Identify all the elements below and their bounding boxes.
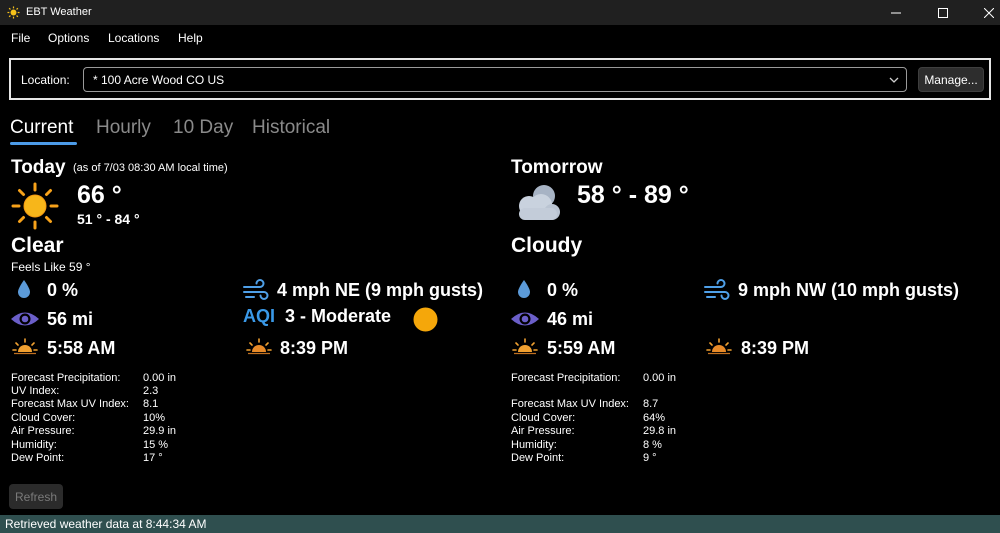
aqi-indicator-icon (413, 307, 438, 332)
status-bar: Retrieved weather data at 8:44:34 AM (0, 515, 1000, 533)
location-value: * 100 Acre Wood CO US (93, 73, 225, 87)
tomorrow-sunset: 8:39 PM (741, 338, 810, 358)
detail-label: Forecast Max UV Index: (11, 398, 129, 410)
tomorrow-precip-chance: 0 % (547, 280, 579, 300)
detail-label: Humidity: (11, 439, 57, 451)
today-heading: Today (11, 157, 66, 178)
menu-help[interactable]: Help (178, 31, 203, 45)
today-temperature: 66 ° (77, 181, 122, 209)
sun-icon (11, 182, 59, 230)
today-sunrise: 5:58 AM (47, 338, 116, 358)
tomorrow-sunrise: 5:59 AM (547, 338, 616, 358)
tab-historical[interactable]: Historical (252, 117, 330, 139)
title-bar: EBT Weather (0, 0, 1000, 25)
raindrop-icon (18, 280, 30, 298)
active-tab-indicator (10, 142, 77, 145)
today-feels-like: Feels Like 59 ° (11, 260, 91, 274)
cloud-icon (519, 185, 560, 220)
sunset-icon (246, 338, 272, 355)
detail-value: 2.3 (143, 385, 159, 397)
maximize-icon (938, 7, 948, 18)
menu-options[interactable]: Options (48, 31, 89, 45)
today-precip-chance: 0 % (47, 280, 79, 300)
menu-bar: File Options Locations Help (0, 25, 1000, 52)
detail-value: 8 % (643, 439, 662, 451)
detail-label: Air Pressure: (11, 425, 75, 437)
eye-icon (11, 312, 39, 326)
detail-value: 29.8 in (643, 425, 677, 437)
today-asof: (as of 7/03 08:30 AM local time) (73, 162, 228, 174)
today-condition: Clear (11, 234, 64, 257)
tomorrow-visibility: 46 mi (547, 309, 594, 329)
status-text: Retrieved weather data at 8:44:34 AM (5, 517, 207, 531)
tab-current[interactable]: Current (10, 117, 73, 139)
aqi-value: 3 - Moderate (285, 306, 392, 326)
wind-icon (704, 279, 730, 300)
tomorrow-temp-range: 58 ° - 89 ° (577, 181, 689, 209)
detail-label: Cloud Cover: (511, 412, 576, 424)
location-dropdown[interactable]: * 100 Acre Wood CO US (83, 67, 907, 92)
raindrop-icon (518, 280, 530, 298)
detail-value: 10% (143, 412, 166, 424)
eye-icon (511, 312, 539, 326)
tab-hourly[interactable]: Hourly (96, 117, 151, 139)
detail-value: 8.7 (643, 398, 659, 410)
tab-10-day[interactable]: 10 Day (173, 117, 233, 139)
today-visibility: 56 mi (47, 309, 94, 329)
wind-icon (243, 279, 269, 300)
menu-file[interactable]: File (11, 31, 30, 45)
detail-label: Air Pressure: (511, 425, 575, 437)
tomorrow-condition: Cloudy (511, 234, 583, 257)
tomorrow-heading: Tomorrow (511, 157, 603, 178)
minimize-icon (891, 12, 901, 13)
sun-icon (7, 6, 20, 19)
tomorrow-wind: 9 mph NW (10 mph gusts) (738, 280, 960, 300)
detail-value: 29.9 in (143, 425, 177, 437)
detail-label: Forecast Max UV Index: (511, 398, 629, 410)
close-icon (984, 7, 994, 18)
detail-value: 0.00 in (643, 372, 677, 384)
today-temp-range: 51 ° - 84 ° (77, 211, 140, 227)
chevron-down-icon (889, 77, 899, 83)
detail-label: UV Index: (11, 385, 60, 397)
detail-value: 17 ° (143, 452, 163, 464)
today-sunset: 8:39 PM (280, 338, 349, 358)
detail-label: Cloud Cover: (11, 412, 76, 424)
sunrise-icon (512, 338, 538, 355)
detail-label: Humidity: (511, 439, 557, 451)
refresh-button[interactable]: Refresh (9, 484, 63, 509)
location-label: Location: (21, 73, 70, 87)
window-title: EBT Weather (26, 6, 92, 18)
close-button[interactable] (966, 0, 1000, 25)
minimize-button[interactable] (873, 0, 919, 25)
maximize-button[interactable] (920, 0, 966, 25)
detail-value: 0.00 in (143, 372, 177, 384)
detail-label: Forecast Precipitation: (511, 372, 621, 384)
detail-value: 9 ° (643, 452, 657, 464)
aqi-label: AQI (243, 306, 276, 326)
detail-value: 8.1 (143, 398, 159, 410)
detail-value: 15 % (143, 439, 169, 451)
sunrise-icon (12, 338, 38, 355)
menu-locations[interactable]: Locations (108, 31, 159, 45)
detail-label: Forecast Precipitation: (11, 372, 121, 384)
detail-value: 64% (643, 412, 666, 424)
today-wind: 4 mph NE (9 mph gusts) (277, 280, 484, 300)
detail-label: Dew Point: (11, 452, 65, 464)
manage-button[interactable]: Manage... (918, 67, 984, 92)
location-panel: Location: * 100 Acre Wood CO US Manage..… (9, 58, 991, 100)
sunset-icon (706, 338, 732, 355)
detail-label: Dew Point: (511, 452, 565, 464)
